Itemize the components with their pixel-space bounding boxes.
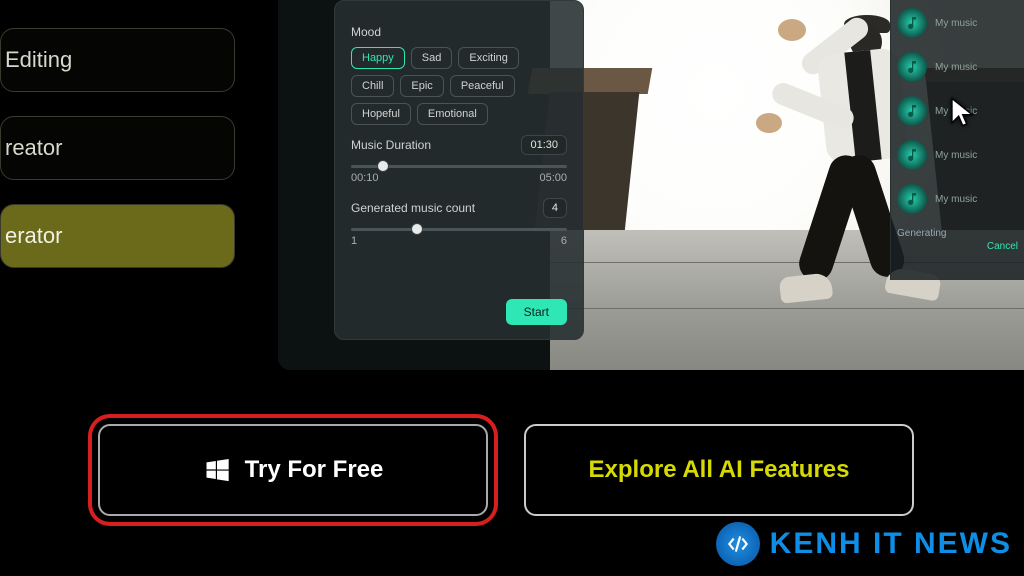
mood-chip-group: Happy Sad Exciting Chill Epic Peaceful H…	[351, 47, 567, 125]
music-settings-panel: Mood Happy Sad Exciting Chill Epic Peace…	[334, 0, 584, 340]
music-note-icon	[897, 140, 927, 170]
preview-area: Mood Happy Sad Exciting Chill Epic Peace…	[278, 0, 1024, 370]
mood-label: Mood	[351, 25, 567, 39]
sidebar-item-label: erator	[5, 223, 62, 249]
count-max: 6	[561, 235, 567, 247]
windows-icon	[203, 456, 231, 484]
music-list-item[interactable]: My music	[897, 140, 1018, 170]
cta-primary-label: Try For Free	[245, 456, 384, 484]
music-list-item[interactable]: My music	[897, 184, 1018, 214]
sidebar-item-creator[interactable]: reator	[0, 116, 235, 180]
mood-chip-peaceful[interactable]: Peaceful	[450, 75, 515, 97]
sidebar: Editing reator erator	[0, 28, 235, 292]
count-slider[interactable]	[351, 228, 567, 231]
music-item-label: My music	[935, 18, 977, 29]
start-button[interactable]: Start	[506, 299, 567, 325]
mood-chip-emotional[interactable]: Emotional	[417, 103, 488, 125]
count-label: Generated music count	[351, 201, 475, 215]
music-note-icon	[897, 96, 927, 126]
sidebar-item-generator[interactable]: erator	[0, 204, 235, 268]
mood-chip-hopeful[interactable]: Hopeful	[351, 103, 411, 125]
duration-value: 01:30	[521, 135, 567, 155]
music-item-label: My music	[935, 62, 977, 73]
music-item-label: My music	[935, 150, 977, 161]
duration-label: Music Duration	[351, 138, 431, 152]
explore-features-button[interactable]: Explore All AI Features	[524, 424, 914, 516]
try-for-free-button[interactable]: Try For Free	[98, 424, 488, 516]
duration-slider[interactable]	[351, 165, 567, 168]
count-value: 4	[543, 198, 567, 218]
music-list-item[interactable]: My music	[897, 8, 1018, 38]
watermark: KENH IT NEWS	[716, 522, 1012, 566]
cta-secondary-label: Explore All AI Features	[589, 456, 850, 484]
music-note-icon	[897, 52, 927, 82]
music-item-label: My music	[935, 194, 977, 205]
mood-chip-chill[interactable]: Chill	[351, 75, 394, 97]
cancel-link[interactable]: Cancel	[897, 241, 1018, 252]
cursor-arrow-icon	[948, 96, 980, 128]
mood-chip-sad[interactable]: Sad	[411, 47, 453, 69]
generated-music-list: My music My music My music My music My m…	[890, 0, 1024, 280]
watermark-text: KENH IT NEWS	[770, 527, 1012, 561]
watermark-badge-icon	[716, 522, 760, 566]
mood-chip-happy[interactable]: Happy	[351, 47, 405, 69]
sidebar-item-label: reator	[5, 135, 62, 161]
sidebar-item-editing[interactable]: Editing	[0, 28, 235, 92]
duration-min: 00:10	[351, 172, 379, 184]
music-note-icon	[897, 8, 927, 38]
mood-chip-exciting[interactable]: Exciting	[458, 47, 519, 69]
music-note-icon	[897, 184, 927, 214]
music-list-item[interactable]: My music	[897, 52, 1018, 82]
sidebar-item-label: Editing	[5, 47, 72, 73]
mood-chip-epic[interactable]: Epic	[400, 75, 443, 97]
generating-status: Generating	[897, 228, 1018, 239]
duration-max: 05:00	[539, 172, 567, 184]
count-min: 1	[351, 235, 357, 247]
cta-row: Try For Free Explore All AI Features	[98, 424, 914, 516]
